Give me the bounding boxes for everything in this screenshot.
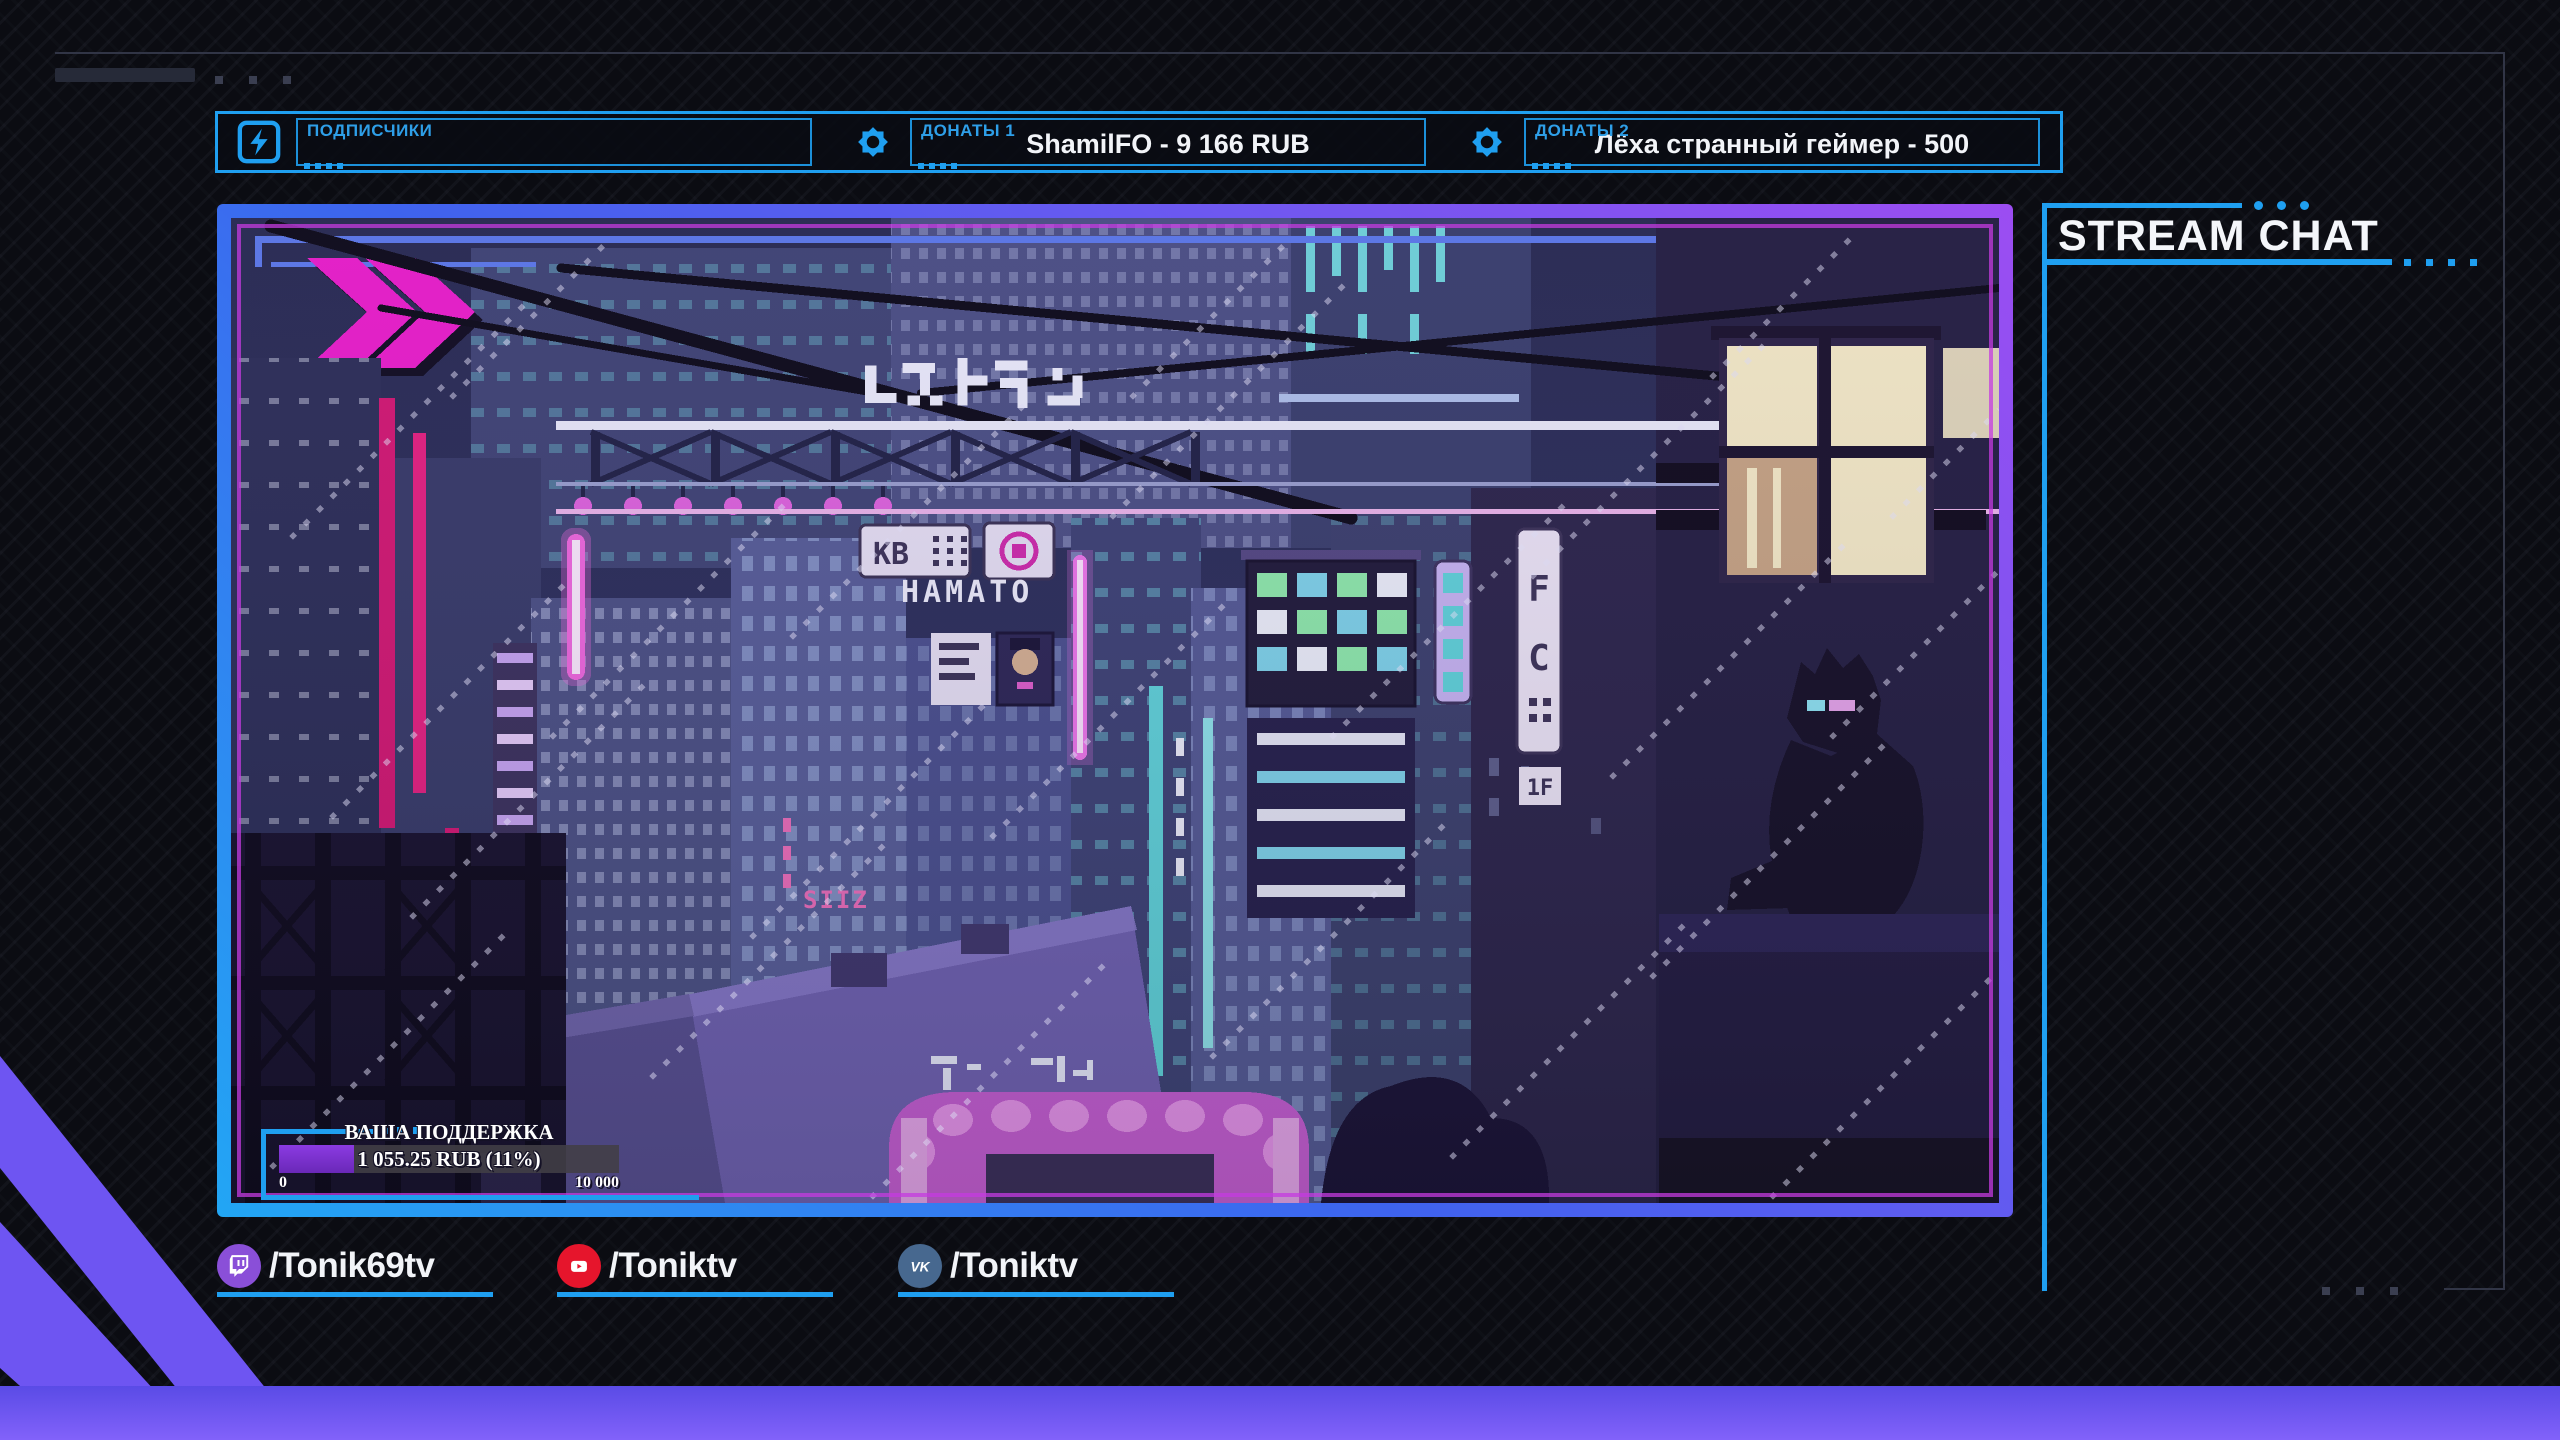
label-box-dots <box>304 163 343 169</box>
vk-handle: /Toniktv <box>950 1246 1078 1285</box>
label-box-dots <box>918 163 957 169</box>
top-deco-line <box>55 52 2505 54</box>
chat-underline-dots <box>2404 259 2477 266</box>
right-deco-line <box>2503 52 2505 1290</box>
alerts-widget-bar: ПОДПИСЧИКИ ДОНАТЫ 1 ShamilFO - 9 166 RUB <box>215 111 2063 173</box>
top-left-deco-bar <box>55 68 195 82</box>
bottom-purple-band <box>0 1386 2560 1440</box>
support-goal-widget: ВАША ПОДДЕРЖКА 1 055.25 RUB (11%) 0 10 0… <box>261 1120 701 1203</box>
bottom-right-corner-line <box>2444 1288 2505 1290</box>
social-underline <box>898 1292 1174 1297</box>
social-youtube[interactable]: /Toniktv <box>557 1243 833 1298</box>
chat-bracket-top <box>2042 203 2242 208</box>
svg-text:VK: VK <box>910 1260 930 1275</box>
support-progress-value: 1 055.25 RUB (11%) <box>357 1147 541 1171</box>
donations-1-value: ShamilFO - 9 166 RUB <box>1026 128 1310 159</box>
youtube-icon <box>557 1244 601 1288</box>
support-goal-title: ВАША ПОДДЕРЖКА <box>344 1120 554 1144</box>
donations-1-label: ДОНАТЫ 1 <box>921 121 1016 140</box>
widget-donations-1[interactable]: ДОНАТЫ 1 ShamilFO - 9 166 RUB <box>832 114 1446 170</box>
vk-icon: VK <box>898 1244 942 1288</box>
scene-color-wash <box>231 218 1999 1203</box>
chat-underline <box>2042 259 2392 265</box>
goal-bracket-bottom <box>261 1195 699 1200</box>
widget-subscribers[interactable]: ПОДПИСЧИКИ <box>218 114 832 170</box>
donations-1-label-box: ДОНАТЫ 1 ShamilFO - 9 166 RUB <box>910 118 1426 169</box>
twitch-handle: /Tonik69tv <box>269 1246 435 1285</box>
subscribers-label-box: ПОДПИСЧИКИ <box>296 118 812 169</box>
social-twitch[interactable]: /Tonik69tv <box>217 1243 493 1298</box>
label-box-dots <box>1532 163 1571 169</box>
social-underline <box>557 1292 833 1297</box>
stream-overlay-screen: ПОДПИСЧИКИ ДОНАТЫ 1 ShamilFO - 9 166 RUB <box>0 0 2560 1440</box>
game-capture-frame: КВ HAMATO <box>217 204 2013 1217</box>
youtube-handle: /Toniktv <box>609 1246 737 1285</box>
top-left-deco-dots <box>215 71 317 89</box>
donations-2-value: Лёха странный геймер - 500 <box>1594 128 1970 159</box>
pixel-city-scene: КВ HAMATO <box>231 218 1999 1203</box>
donations-2-label: ДОНАТЫ 2 <box>1535 121 1630 140</box>
support-goal-range: 0 10 000 <box>279 1174 619 1192</box>
widget-donations-2[interactable]: ДОНАТЫ 2 Лёха странный геймер - 500 <box>1446 114 2060 170</box>
gear-icon <box>858 127 888 157</box>
gear-icon <box>1472 127 1502 157</box>
support-progress-bar: 1 055.25 RUB (11%) <box>279 1145 619 1173</box>
chat-top-dots <box>2254 201 2309 210</box>
support-goal-max: 10 000 <box>575 1174 619 1191</box>
chat-vertical-line <box>2042 203 2047 1291</box>
support-goal-min: 0 <box>279 1174 287 1191</box>
bottom-right-deco-dots <box>2322 1282 2424 1300</box>
social-underline <box>217 1292 493 1297</box>
social-vk[interactable]: VK /Toniktv <box>898 1243 1174 1298</box>
subscribers-label: ПОДПИСЧИКИ <box>307 121 433 140</box>
donations-2-label-box: ДОНАТЫ 2 Лёха странный геймер - 500 <box>1524 118 2040 169</box>
stream-chat-title: STREAM CHAT <box>2058 212 2379 260</box>
goal-bracket-left <box>261 1129 266 1200</box>
bolt-badge-icon <box>237 120 281 164</box>
twitch-icon <box>217 1244 261 1288</box>
game-capture: КВ HAMATO <box>231 218 1999 1203</box>
